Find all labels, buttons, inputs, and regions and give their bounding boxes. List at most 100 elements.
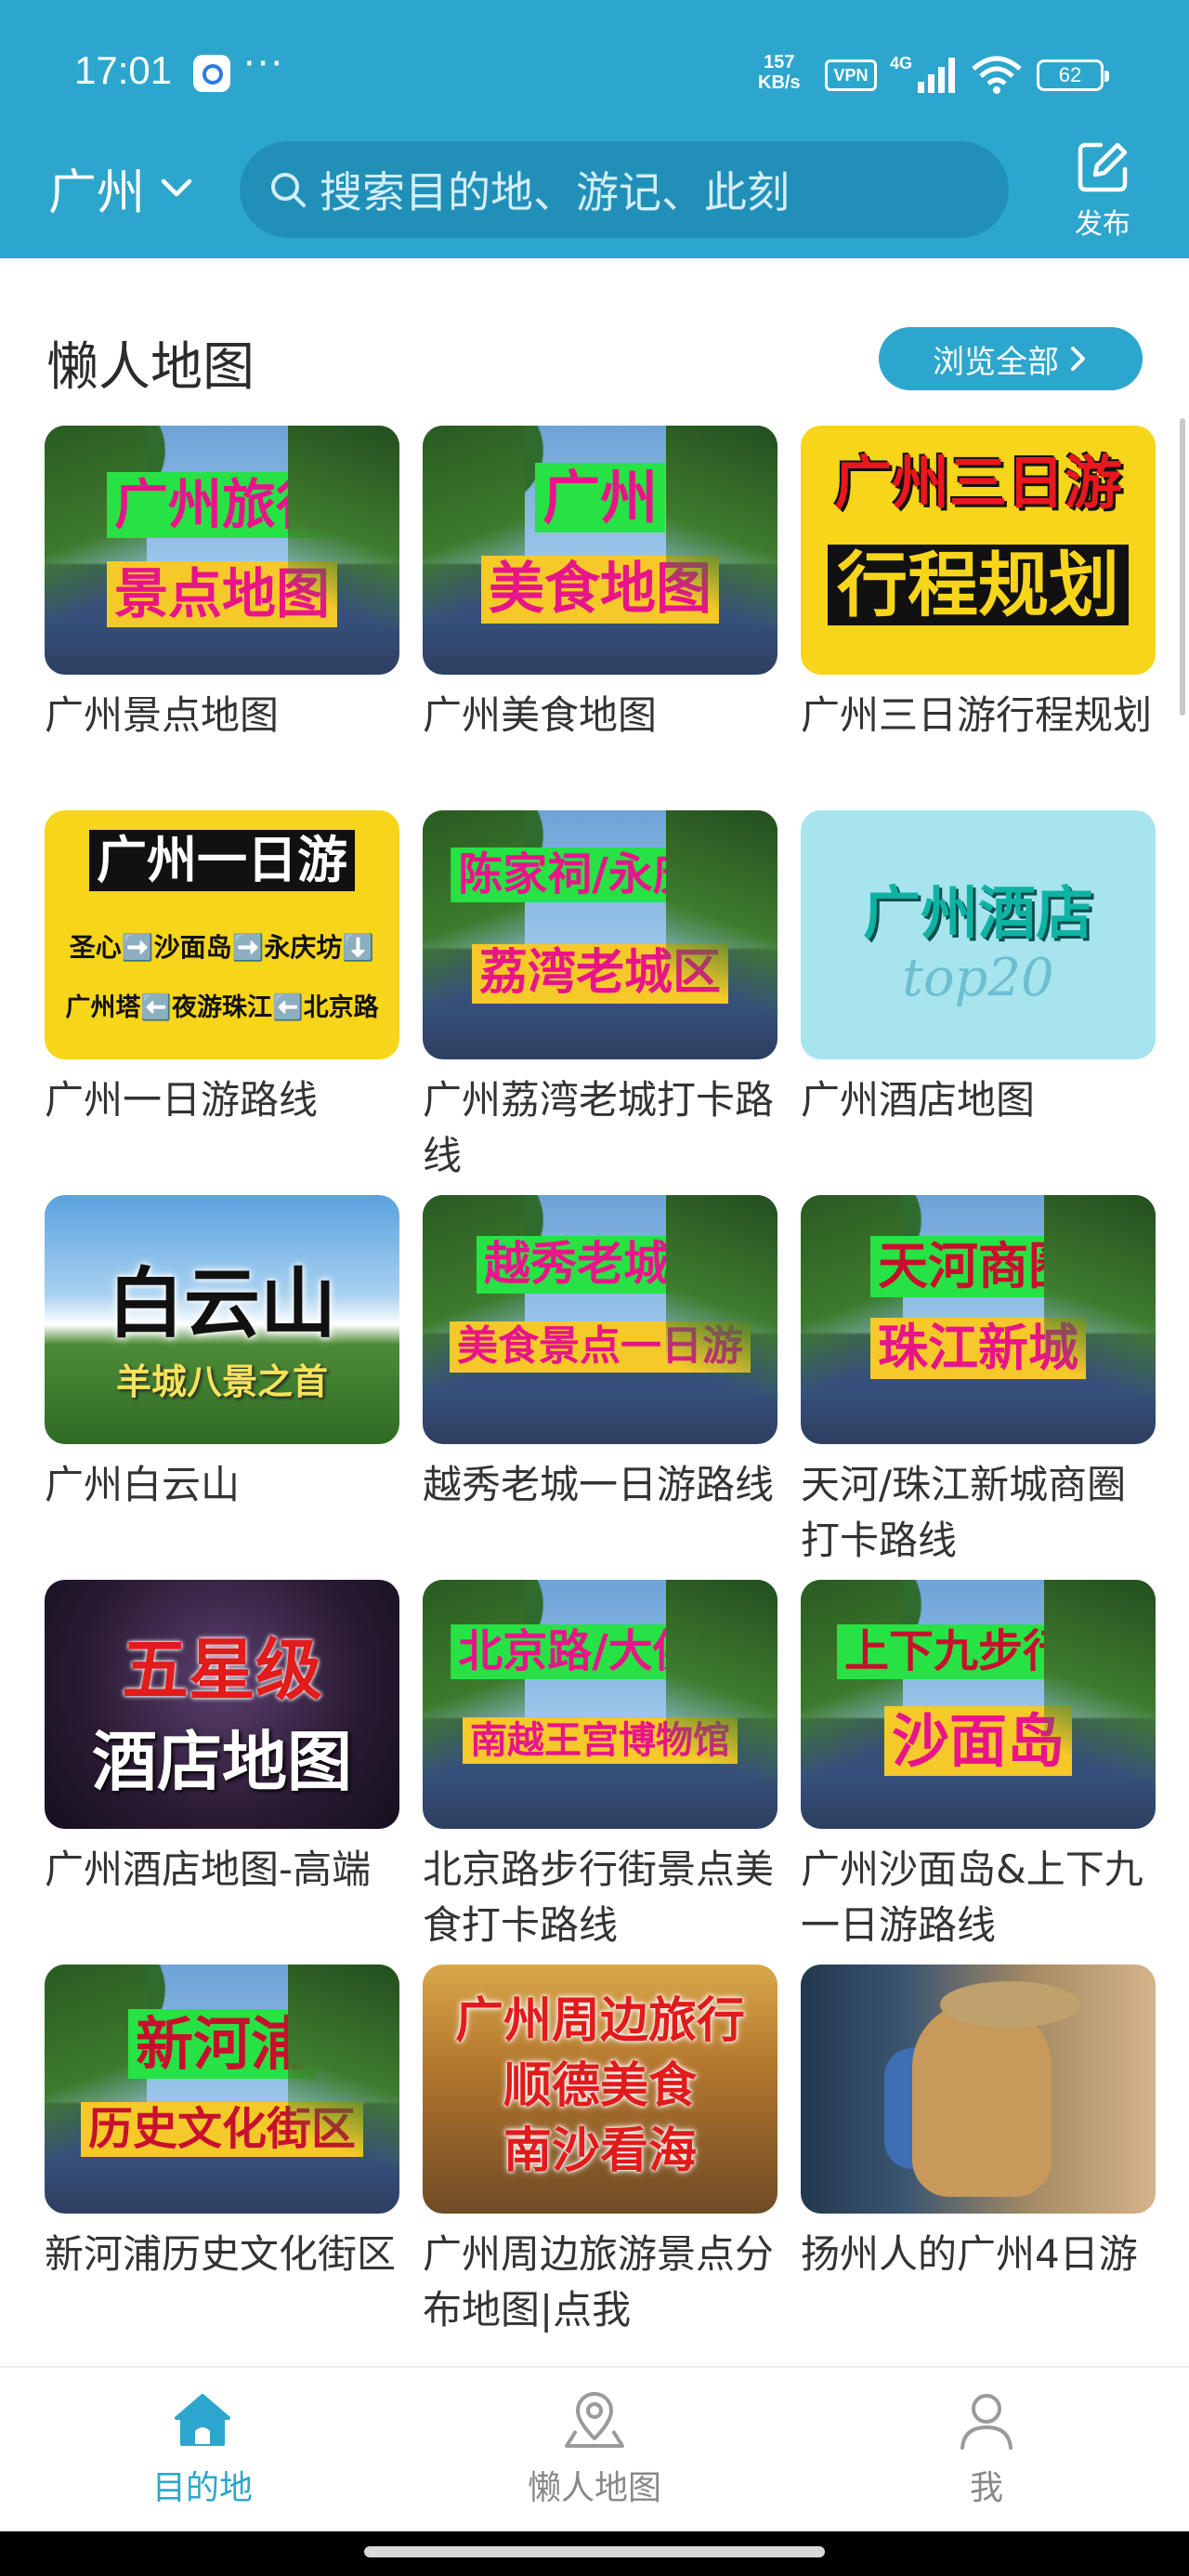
- map-card-thumbnail: 广州三日游 行程规划: [801, 426, 1156, 675]
- publish-button[interactable]: 发布: [1066, 138, 1139, 241]
- thumb-text: 荔湾老城区: [471, 944, 729, 1004]
- tab-label: 目的地: [151, 2469, 253, 2507]
- map-card[interactable]: 广州一日游 圣心➡️沙面岛➡️永庆坊⬇️ 广州塔⬅️夜游珠江⬅️北京路 广州一日…: [45, 810, 399, 1128]
- map-card-thumbnail: 广州酒店 top20: [801, 810, 1156, 1059]
- app-notification-icon: [193, 55, 230, 92]
- thumb-text: 沙面岛: [883, 1706, 1073, 1777]
- map-card[interactable]: 五星级 酒店地图 广州酒店地图-高端: [45, 1580, 399, 1898]
- map-card[interactable]: 广州酒店 top20 广州酒店地图: [801, 810, 1156, 1128]
- map-card-title: 广州美食地图: [423, 692, 658, 738]
- map-card-title: 广州一日游路线: [45, 1077, 319, 1123]
- thumb-text: 北京路/大佛寺: [451, 1624, 750, 1680]
- thumb-text: 广州旅行: [106, 472, 338, 538]
- map-card[interactable]: 扬州人的广州4日游: [801, 1965, 1156, 2282]
- map-card-thumbnail: 上下九步行街 沙面岛: [801, 1580, 1156, 1829]
- search-placeholder: 搜索目的地、游记、此刻: [320, 167, 790, 217]
- map-card-title: 广州荔湾老城打卡路线: [423, 1077, 775, 1178]
- map-card[interactable]: 广州周边旅行 顺德美食 南沙看海 广州周边旅游景点分布地图|点我: [423, 1965, 777, 2338]
- thumb-text: 天河商圈: [870, 1236, 1086, 1298]
- map-card-title: 广州白云山: [45, 1462, 241, 1507]
- thumb-text: 陈家祠/永庆坊: [451, 848, 750, 903]
- map-card-title: 扬州人的广州4日游: [801, 2231, 1138, 2277]
- map-card-thumbnail: 广州旅行 景点地图: [45, 426, 399, 675]
- thumb-text: 历史文化街区: [80, 2102, 364, 2158]
- thumb-text: 上下九步行街: [836, 1624, 1120, 1680]
- map-card-thumbnail: 广州一日游 圣心➡️沙面岛➡️永庆坊⬇️ 广州塔⬅️夜游珠江⬅️北京路: [45, 810, 399, 1059]
- map-card[interactable]: 广州旅行 景点地图 广州景点地图: [45, 426, 399, 743]
- tab-label: 懒人地图: [527, 2469, 661, 2507]
- map-card-thumbnail: 广州 美食地图: [423, 426, 777, 675]
- map-card-thumbnail: 陈家祠/永庆坊 荔湾老城区: [423, 810, 777, 1059]
- thumb-text: 广州周边旅行: [454, 1993, 745, 2049]
- map-card-title: 广州三日游行程规划: [801, 692, 1153, 738]
- map-card[interactable]: 天河商圈 珠江新城 天河/珠江新城商圈打卡路线: [801, 1195, 1156, 1569]
- map-card-thumbnail: [801, 1965, 1156, 2214]
- map-card[interactable]: 陈家祠/永庆坊 荔湾老城区 广州荔湾老城打卡路线: [423, 810, 777, 1184]
- map-card-thumbnail: 北京路/大佛寺 南越王宫博物馆: [423, 1580, 777, 1829]
- tab-label: 我: [969, 2469, 1003, 2507]
- map-card[interactable]: 白云山 羊城八景之首 广州白云山: [45, 1195, 399, 1513]
- network-speed-value: 157: [764, 52, 795, 72]
- thumb-text: 广州塔⬅️夜游珠江⬅️北京路: [65, 993, 379, 1022]
- map-pin-icon: [565, 2392, 624, 2448]
- city-name: 广州: [48, 164, 146, 221]
- map-card[interactable]: 越秀老城区 美食景点一日游 越秀老城一日游路线: [423, 1195, 777, 1513]
- map-card-thumbnail: 五星级 酒店地图: [45, 1580, 399, 1829]
- hat-illustration: [940, 1981, 1079, 2028]
- search-input[interactable]: 搜索目的地、游记、此刻: [240, 141, 1009, 238]
- scrollbar-thumb[interactable]: [1180, 418, 1185, 716]
- tab-me[interactable]: 我: [875, 2386, 1098, 2509]
- map-card-title: 广州酒店地图-高端: [45, 1847, 372, 1892]
- map-card[interactable]: 上下九步行街 沙面岛 广州沙面岛&上下九一日游路线: [801, 1580, 1156, 1953]
- wifi-icon: [972, 56, 1022, 94]
- network-speed: 157 KB/s: [758, 52, 801, 93]
- thumb-text: 白云山: [107, 1260, 336, 1348]
- city-selector[interactable]: 广州: [48, 160, 195, 221]
- home-icon: [175, 2394, 230, 2446]
- map-card-title: 广州酒店地图: [801, 1077, 1036, 1123]
- thumb-text: 顺德美食: [503, 2058, 697, 2114]
- map-card-title: 广州沙面岛&上下九一日游路线: [801, 1847, 1143, 1948]
- cat-illustration: [912, 2002, 1052, 2197]
- map-card-thumbnail: 白云山 羊城八景之首: [45, 1195, 399, 1444]
- tab-lazy-map[interactable]: 懒人地图: [483, 2386, 706, 2509]
- home-indicator[interactable]: [364, 2546, 825, 2557]
- map-card-title: 广州周边旅游景点分布地图|点我: [423, 2231, 775, 2333]
- bottom-tab-bar: 目的地 懒人地图 我: [0, 2366, 1189, 2531]
- map-card-title: 天河/珠江新城商圈打卡路线: [801, 1462, 1127, 1563]
- map-card-title: 新河浦历史文化街区: [45, 2231, 397, 2277]
- publish-label: 发布: [1075, 208, 1130, 241]
- thumb-text: 酒店地图: [92, 1723, 352, 1800]
- chevron-down-icon: [161, 178, 192, 197]
- network-type-label: 4G: [890, 54, 912, 72]
- map-card[interactable]: 广州 美食地图 广州美食地图: [423, 426, 777, 743]
- map-card-thumbnail: 新河浦 历史文化街区: [45, 1965, 399, 2214]
- thumb-text: 南沙看海: [503, 2123, 697, 2179]
- map-card[interactable]: 新河浦 历史文化街区 新河浦历史文化街区: [45, 1965, 399, 2282]
- map-card-title: 北京路步行街景点美食打卡路线: [423, 1847, 775, 1948]
- thumb-text: 广州酒店: [862, 879, 1093, 947]
- signal-icon: 4G: [890, 54, 955, 93]
- header: 17:01 ··· 157 KB/s VPN 4G 62 广州 搜索目的地、游记…: [0, 0, 1189, 258]
- browse-all-label: 浏览全部: [933, 343, 1059, 381]
- browse-all-button[interactable]: 浏览全部: [879, 327, 1143, 390]
- thumb-text: 美食景点一日游: [450, 1321, 751, 1373]
- thumb-text: 圣心➡️沙面岛➡️永庆坊⬇️: [69, 932, 375, 963]
- thumb-text: 广州三日游: [833, 449, 1123, 517]
- thumb-text: 南越王宫博物馆: [463, 1717, 738, 1764]
- chevron-right-icon: [1071, 347, 1085, 371]
- thumb-text: 新河浦: [127, 2009, 317, 2080]
- map-card[interactable]: 北京路/大佛寺 南越王宫博物馆 北京路步行街景点美食打卡路线: [423, 1580, 777, 1953]
- tab-destination[interactable]: 目的地: [91, 2386, 314, 2509]
- thumb-text: 五星级: [121, 1631, 322, 1709]
- edit-icon: [1078, 142, 1128, 192]
- map-card-title: 广州景点地图: [45, 692, 280, 738]
- network-speed-unit: KB/s: [758, 72, 801, 93]
- section-title: 懒人地图: [46, 337, 255, 398]
- thumb-text: 广州: [534, 463, 666, 533]
- user-icon: [960, 2394, 1013, 2450]
- thumb-text: top20: [902, 948, 1054, 1008]
- map-card[interactable]: 广州三日游 行程规划 广州三日游行程规划: [801, 426, 1156, 743]
- map-card-thumbnail: 广州周边旅行 顺德美食 南沙看海: [423, 1965, 777, 2214]
- thumb-text-block: 广州周边旅行 顺德美食 南沙看海: [423, 1989, 777, 2184]
